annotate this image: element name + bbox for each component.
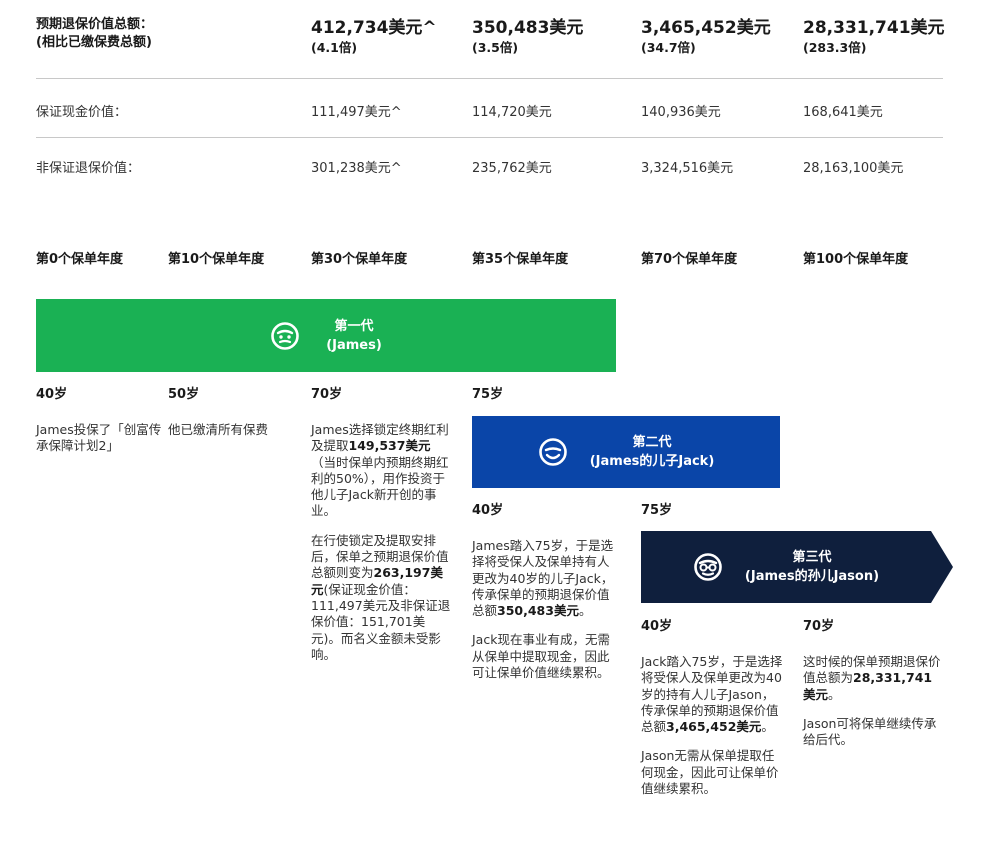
gen2-subtitle: (James的儿子Jack) [589, 454, 715, 469]
gen1-title: 第一代 (James) [326, 317, 382, 355]
gen2-text: James踏入75岁，于是选择将受保人及保单持有人更改为40岁的儿子Jack，传… [472, 538, 616, 681]
paragraph: Jason可将保单继续传承给后代。 [803, 715, 937, 748]
gen3-year70-text: Jack踏入75岁，于是选择将受保人及保单更改为40岁的持有人儿子Jason，传… [641, 654, 783, 797]
guaranteed-value: 140,936美元 [641, 105, 721, 120]
gen1-subtitle: (James) [326, 337, 382, 353]
text: (保证现金价值：111,497美元及非保证退保价值：151,701美元)。而名义… [311, 581, 451, 662]
face-icon [270, 321, 300, 351]
gen1-year0-text: James投保了「创富传承保障计划2」 [36, 422, 162, 455]
gen1-year30-text: James选择锁定终期红利及提取149,537美元（当时保单内预期终期红利的50… [311, 422, 453, 663]
gen3-band-content: 第三代 (James的孙儿Jason) [641, 531, 931, 603]
paragraph: Jack踏入75岁，于是选择将受保人及保单更改为40岁的持有人儿子Jason，传… [641, 654, 783, 735]
summary-col-35: 350,483美元 (3.5倍) [472, 17, 583, 57]
gen2-title: 第二代 (James的儿子Jack) [590, 433, 715, 471]
paragraph: 这时候的保单预期退保价值总额为28,331,741美元。 [803, 654, 943, 703]
summary-multiple: (283.3倍) [803, 40, 867, 55]
divider [36, 137, 943, 138]
gen1-title-main: 第一代 [334, 318, 374, 334]
gen3-band: 第三代 (James的孙儿Jason) [641, 531, 953, 603]
gen3-title-main: 第三代 [792, 550, 832, 565]
guaranteed-value: 168,641美元 [803, 105, 883, 120]
non-guaranteed-value: 301,238美元^ [311, 161, 402, 176]
non-guaranteed-value: 28,163,100美元 [803, 161, 904, 176]
gen2-band: 第二代 (James的儿子Jack) [472, 416, 780, 488]
age-label: 40岁 [36, 387, 68, 402]
guaranteed-value: 114,720美元 [472, 105, 552, 120]
gen3-subtitle: (James的孙儿Jason) [744, 569, 880, 584]
amount-highlight: 350,483美元 [497, 603, 579, 619]
amount-highlight: 3,465,452美元 [666, 719, 762, 735]
paragraph: James踏入75岁，于是选择将受保人及保单持有人更改为40岁的儿子Jack，传… [472, 538, 616, 619]
summary-label-line2: (相比已缴保费总额) [36, 35, 152, 50]
summary-label-line1: 预期退保价值总额： [36, 17, 154, 32]
summary-amount: 350,483美元 [472, 18, 584, 38]
year-label: 第30个保单年度 [311, 252, 408, 267]
summary-col-70: 3,465,452美元 (34.7倍) [641, 17, 771, 57]
gen3-title: 第三代 (James的孙儿Jason) [745, 548, 879, 586]
age-label: 40岁 [641, 619, 673, 634]
text: （当时保单内预期终期红利的50%），用作投资于他儿子Jack新开创的事业。 [311, 454, 449, 519]
text: 。 [828, 686, 841, 702]
guaranteed-value: 111,497美元^ [311, 105, 402, 120]
amount-highlight: 149,537美元 [348, 438, 431, 454]
age-label: 75岁 [472, 387, 504, 402]
gen2-title-main: 第二代 [632, 435, 672, 450]
age-label: 50岁 [168, 387, 200, 402]
paragraph: Jason无需从保单提取任何现金，因此可让保单价值继续累积。 [641, 748, 779, 797]
summary-label: 预期退保价值总额： (相比已缴保费总额) [36, 16, 153, 52]
non-guaranteed-value: 3,324,516美元 [641, 161, 734, 176]
year-label: 第100个保单年度 [803, 252, 909, 267]
gen1-year10-text: 他已缴清所有保费 [168, 422, 294, 438]
age-label: 70岁 [803, 619, 835, 634]
year-label: 第70个保单年度 [641, 252, 738, 267]
year-label: 第10个保单年度 [168, 252, 265, 267]
text: 。 [761, 719, 774, 735]
guaranteed-label: 保证现金价值： [36, 105, 128, 120]
paragraph: Jack现在事业有成，无需从保单中提取现金，因此可让保单价值继续累积。 [472, 632, 610, 681]
paragraph: 在行使锁定及提取安排后，保单之预期退保价值总额则变为263,197美元(保证现金… [311, 533, 453, 663]
smile-icon [538, 437, 568, 467]
summary-multiple: (34.7倍) [641, 40, 696, 55]
year-label: 第35个保单年度 [472, 252, 569, 267]
year-label: 第0个保单年度 [36, 252, 124, 267]
summary-amount: 3,465,452美元 [641, 18, 771, 38]
non-guaranteed-label: 非保证退保价值： [36, 161, 141, 176]
non-guaranteed-value: 235,762美元 [472, 161, 552, 176]
summary-col-100: 28,331,741美元 (283.3倍) [803, 17, 945, 57]
gen1-band: 第一代 (James) [36, 299, 616, 372]
paragraph: James投保了「创富传承保障计划2」 [36, 422, 162, 454]
summary-amount: 412,734美元^ [311, 18, 437, 38]
age-label: 75岁 [641, 503, 673, 518]
glasses-face-icon [693, 552, 723, 582]
age-label: 70岁 [311, 387, 343, 402]
text: 。 [578, 603, 592, 619]
age-label: 40岁 [472, 503, 504, 518]
summary-amount: 28,331,741美元 [803, 18, 945, 38]
summary-multiple: (3.5倍) [472, 40, 519, 55]
summary-multiple: (4.1倍) [311, 40, 358, 55]
summary-col-30: 412,734美元^ (4.1倍) [311, 17, 437, 57]
paragraph: 他已缴清所有保费 [168, 422, 269, 437]
divider [36, 78, 943, 79]
paragraph: James选择锁定终期红利及提取149,537美元（当时保单内预期终期红利的50… [311, 422, 453, 520]
gen3-year100-text: 这时候的保单预期退保价值总额为28,331,741美元。 Jason可将保单继续… [803, 654, 943, 748]
